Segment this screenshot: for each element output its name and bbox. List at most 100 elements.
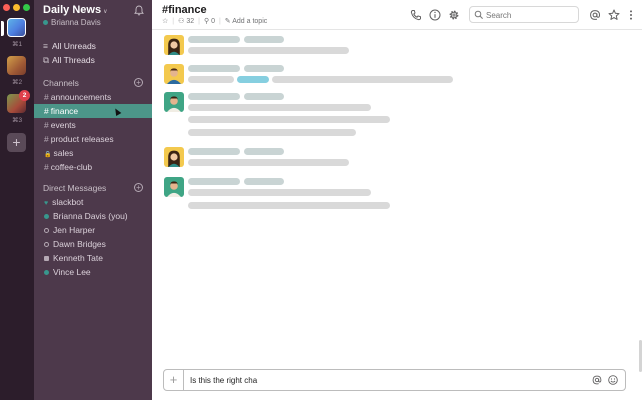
dm-label: Jen Harper: [53, 225, 96, 235]
bell-icon[interactable]: [134, 5, 144, 16]
channel-label: events: [50, 120, 76, 130]
message-text-placeholder: [272, 76, 453, 83]
channel-label: finance: [50, 106, 79, 116]
message-text-placeholder: [188, 159, 349, 166]
sidebar-item-product-releases[interactable]: # product releases: [34, 132, 152, 146]
message-time-placeholder: [244, 65, 284, 72]
nav-all-threads[interactable]: ⧉ All Threads: [43, 55, 95, 66]
team-shortcut: ⌘1: [11, 41, 23, 48]
message-text-placeholder: [188, 202, 390, 209]
message-time-placeholder: [244, 178, 284, 185]
person-icon: ⚇: [178, 18, 185, 25]
star-icon[interactable]: ☆: [162, 17, 168, 25]
threads-icon: ⧉: [43, 55, 50, 65]
info-icon[interactable]: [428, 8, 442, 22]
plus-icon: +: [169, 372, 178, 387]
attach-button[interactable]: +: [164, 370, 184, 390]
members-button[interactable]: ⚇ 32: [178, 17, 194, 25]
team-tile-2[interactable]: [7, 56, 26, 75]
dm-item-brianna-davis[interactable]: Brianna Davis (you): [34, 209, 152, 223]
message-link-placeholder[interactable]: [237, 76, 269, 83]
dm-item-kenneth-tate[interactable]: Kenneth Tate: [34, 251, 152, 265]
team-tile-1[interactable]: [1, 18, 26, 37]
add-channel-button[interactable]: +: [134, 78, 143, 87]
workspace-menu[interactable]: Daily News ∨: [43, 4, 108, 16]
heart-icon: ♥: [44, 200, 49, 207]
lock-icon: 🔒: [44, 152, 52, 158]
emoji-icon[interactable]: [607, 374, 619, 386]
hash-icon: #: [44, 120, 49, 130]
phone-icon[interactable]: [409, 8, 423, 22]
sidebar-item-sales[interactable]: 🔒 sales: [34, 146, 152, 160]
channels-heading[interactable]: Channels: [43, 78, 79, 88]
message-text-placeholder: [188, 76, 234, 83]
message-input[interactable]: [190, 373, 570, 387]
add-dm-button[interactable]: +: [134, 183, 143, 192]
message-composer: +: [163, 369, 626, 391]
close-window-button[interactable]: [3, 4, 10, 11]
avatar[interactable]: [164, 147, 184, 167]
pencil-icon: ✎: [224, 18, 231, 25]
team-switcher: ⌘1 ⌘2 2 ⌘3 +: [0, 0, 34, 400]
message-author-placeholder: [188, 148, 240, 155]
avatar[interactable]: [164, 64, 184, 84]
dm-item-jen-harper[interactable]: Jen Harper: [34, 223, 152, 237]
avatar[interactable]: [164, 177, 184, 197]
message-time-placeholder: [244, 36, 284, 43]
hash-icon: #: [44, 106, 49, 116]
message-text-placeholder: [188, 129, 356, 136]
channel-label: announcements: [50, 92, 112, 102]
message-author-placeholder: [188, 65, 240, 72]
add-topic-button[interactable]: ✎ Add a topic: [225, 17, 267, 25]
sidebar-item-coffee-club[interactable]: # coffee-club: [34, 160, 152, 174]
nav-label: All Threads: [52, 55, 95, 65]
message-list: [152, 31, 642, 361]
message-text-placeholder: [188, 47, 349, 54]
dm-item-dawn-bridges[interactable]: Dawn Bridges: [34, 237, 152, 251]
chevron-down-icon: ∨: [103, 9, 108, 15]
search-input[interactable]: [486, 9, 576, 21]
search-icon: [474, 10, 483, 19]
channel-view: #finance ☆ | ⚇ 32 | ⚲ 0 | ✎ Add a topic: [152, 0, 642, 400]
current-user-name: Brianna Davis: [51, 18, 101, 27]
pin-icon: ⚲: [203, 18, 210, 25]
zoom-window-button[interactable]: [23, 4, 30, 11]
channel-label: sales: [53, 148, 74, 158]
nav-all-unreads[interactable]: ≡ All Unreads: [43, 41, 96, 51]
sidebar-item-announcements[interactable]: # announcements: [34, 90, 152, 104]
avatar[interactable]: [164, 35, 184, 55]
avatar[interactable]: [164, 92, 184, 112]
group-dm-icon: [44, 255, 49, 261]
nav-label: All Unreads: [52, 41, 96, 51]
minimize-window-button[interactable]: [13, 4, 20, 11]
dm-item-vince-lee[interactable]: Vince Lee: [34, 265, 152, 279]
member-count: 32: [186, 18, 195, 25]
dm-label: Brianna Davis (you): [53, 211, 128, 221]
pinned-button[interactable]: ⚲ 0: [204, 17, 215, 25]
message-author-placeholder: [188, 36, 240, 43]
sidebar-item-finance[interactable]: # finance: [34, 104, 152, 118]
workspace-name: Daily News: [43, 4, 102, 16]
sidebar-item-events[interactable]: # events: [34, 118, 152, 132]
plus-icon: +: [12, 134, 21, 150]
search-box[interactable]: [469, 6, 579, 23]
add-team-button[interactable]: +: [7, 133, 26, 152]
dm-item-slackbot[interactable]: ♥ slackbot: [34, 195, 152, 209]
more-options-icon[interactable]: [624, 8, 638, 22]
dm-label: Kenneth Tate: [53, 253, 103, 263]
current-user: Brianna Davis: [43, 18, 101, 27]
message-text-placeholder: [188, 189, 371, 196]
star-items-icon[interactable]: [607, 8, 621, 22]
message-author-placeholder: [188, 178, 240, 185]
presence-online-icon: [44, 213, 49, 219]
mention-icon[interactable]: [591, 374, 603, 386]
message-text-placeholder: [188, 116, 390, 123]
gear-icon[interactable]: [447, 8, 461, 22]
direct-messages-heading[interactable]: Direct Messages: [43, 183, 106, 193]
mentions-icon[interactable]: [588, 8, 602, 22]
hash-icon: #: [44, 92, 49, 102]
presence-away-icon: [44, 241, 49, 247]
dm-label: Vince Lee: [53, 267, 91, 277]
channel-header: #finance ☆ | ⚇ 32 | ⚲ 0 | ✎ Add a topic: [152, 0, 642, 30]
channel-sidebar: Daily News ∨ Brianna Davis ≡ All Unreads ⧉…: [34, 0, 152, 400]
